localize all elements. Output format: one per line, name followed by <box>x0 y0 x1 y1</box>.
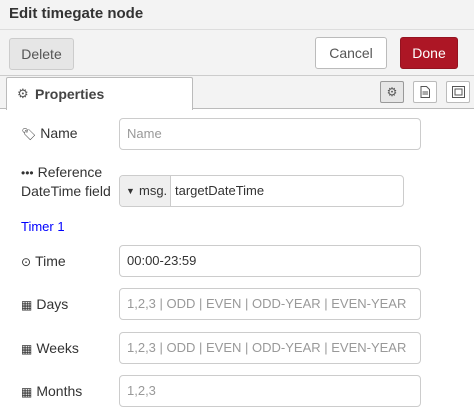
dialog-titlebar: Edit timegate node <box>0 0 474 30</box>
name-label: 🏷 Name <box>21 125 78 141</box>
gear-icon: ⚙ <box>17 86 29 101</box>
appearance-tab-button[interactable] <box>446 81 470 103</box>
weeks-label: ▦ Weeks <box>21 340 79 356</box>
description-tab-button[interactable] <box>413 81 437 103</box>
gear-icon: ⚙ <box>386 85 398 99</box>
reference-value[interactable]: targetDateTime <box>175 176 264 206</box>
dialog-title: Edit timegate node <box>9 5 144 22</box>
frame-icon <box>451 86 465 98</box>
ellipsis-icon: ••• <box>21 166 34 180</box>
done-button[interactable]: Done <box>400 37 458 69</box>
time-label: ⊙ Time <box>21 253 66 269</box>
name-input[interactable]: Name <box>119 118 421 150</box>
tab-properties[interactable]: ⚙ Properties <box>6 77 193 110</box>
months-label: ▦ Months <box>21 383 83 399</box>
days-input[interactable]: 1,2,3 | ODD | EVEN | ODD-YEAR | EVEN-YEA… <box>119 288 421 320</box>
reference-label: ••• Reference DateTime field <box>21 164 111 199</box>
caret-down-icon: ▼ <box>126 186 135 196</box>
tab-properties-label: Properties <box>35 86 105 102</box>
clock-icon: ⊙ <box>21 255 32 269</box>
calendar-icon: ▦ <box>21 298 33 312</box>
calendar-icon: ▦ <box>21 385 33 399</box>
days-label: ▦ Days <box>21 296 69 312</box>
tag-icon: 🏷 <box>21 127 37 141</box>
months-input[interactable]: 1,2,3 <box>119 375 421 407</box>
time-input[interactable]: 00:00-23:59 <box>119 245 421 277</box>
document-icon <box>420 86 430 98</box>
type-prefix: msg. <box>139 183 168 198</box>
weeks-input[interactable]: 1,2,3 | ODD | EVEN | ODD-YEAR | EVEN-YEA… <box>119 332 421 364</box>
calendar-icon: ▦ <box>21 342 33 356</box>
reference-typed-input[interactable]: ▼ msg. targetDateTime <box>119 175 404 207</box>
settings-tab-button[interactable]: ⚙ <box>380 81 404 103</box>
section-title: Timer 1 <box>21 219 65 234</box>
type-selector[interactable]: ▼ msg. <box>120 176 171 206</box>
delete-button[interactable]: Delete <box>9 38 74 70</box>
cancel-button[interactable]: Cancel <box>315 37 387 69</box>
